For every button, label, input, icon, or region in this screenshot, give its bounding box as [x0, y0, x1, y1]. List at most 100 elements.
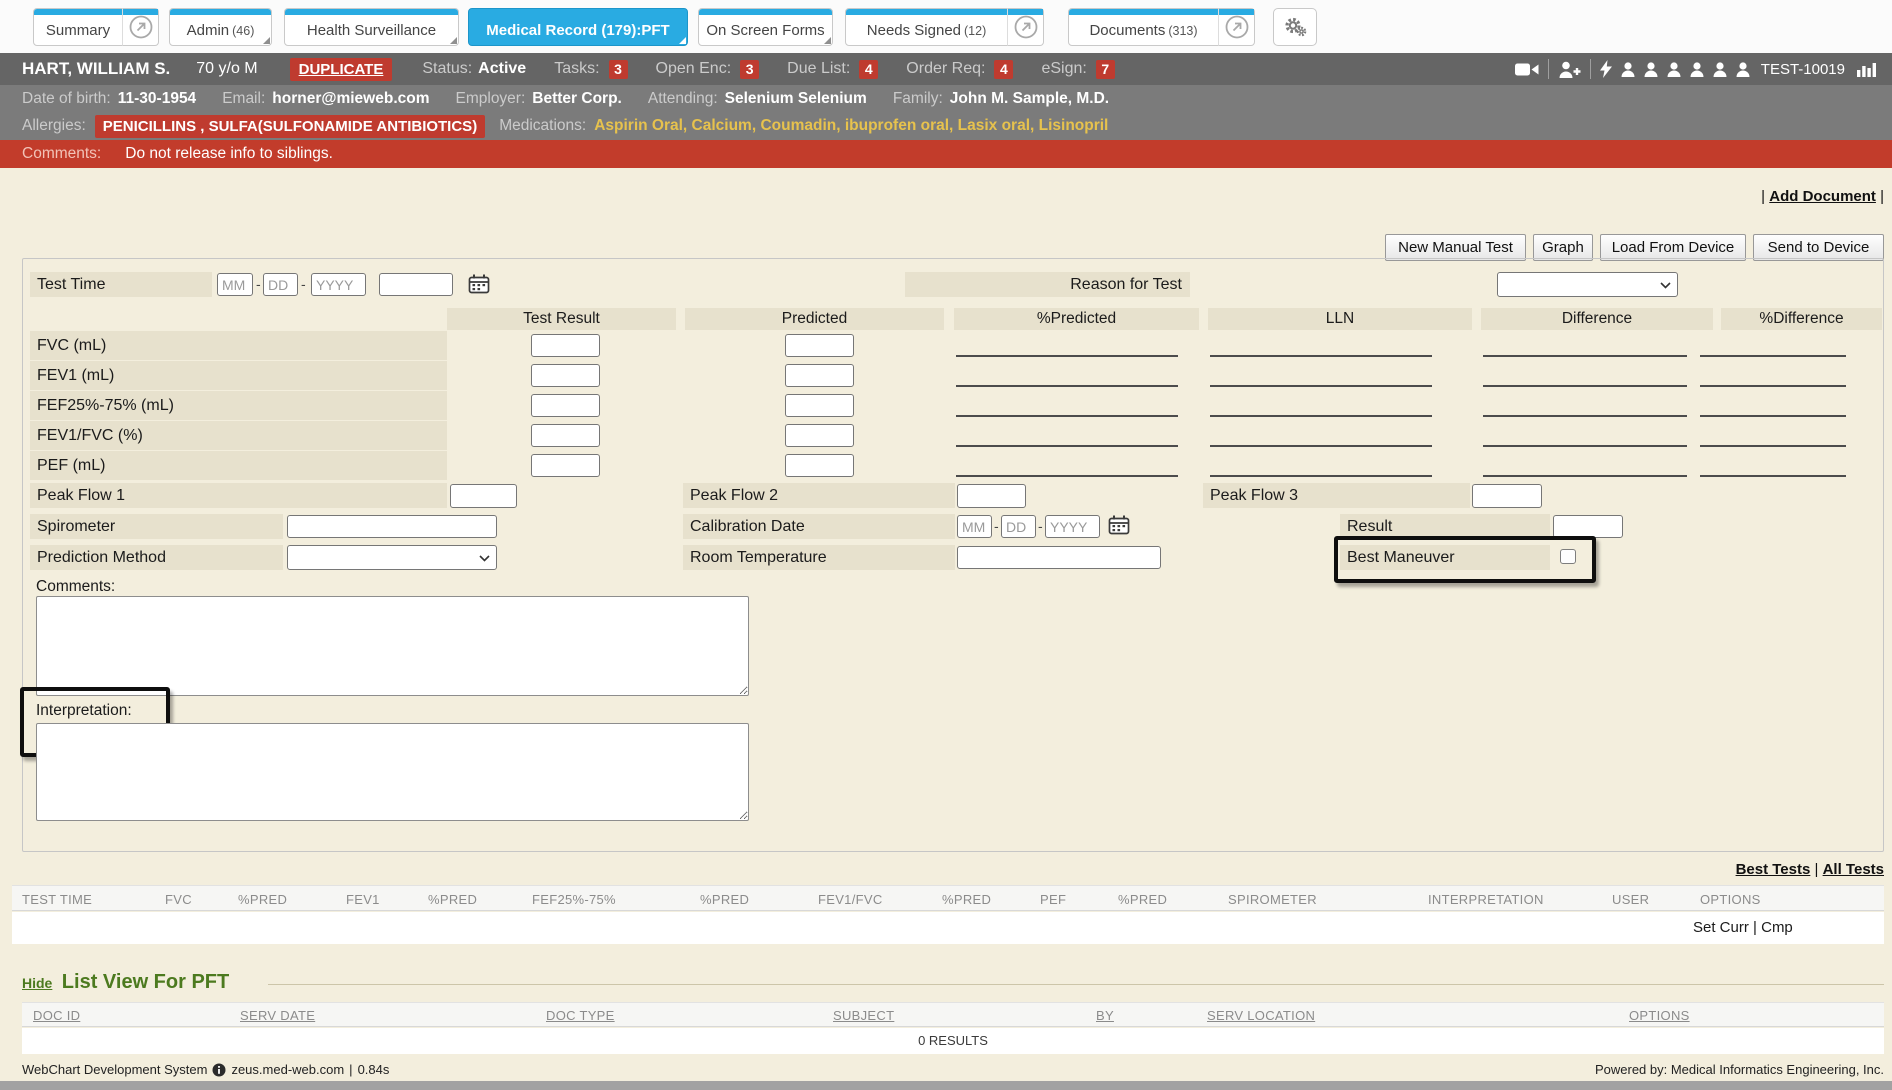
results-header-test-time: TEST TIME — [22, 892, 92, 907]
bar-chart-icon[interactable] — [1856, 61, 1878, 78]
tab-accent-bar — [1069, 9, 1218, 15]
load-from-device-button[interactable]: Load From Device — [1600, 234, 1746, 261]
fev1-predicted-input[interactable] — [785, 364, 854, 387]
pef-test-result-input[interactable] — [531, 454, 600, 477]
tab-summary-label: Summary — [34, 22, 122, 39]
results-header-spirometer: SPIROMETER — [1228, 892, 1317, 907]
tab-health-surveillance[interactable]: Health Surveillance — [284, 8, 459, 46]
calibration-year-input[interactable] — [1045, 515, 1100, 538]
test-time-day-input[interactable] — [263, 273, 298, 296]
test-time-calendar-button[interactable] — [468, 274, 490, 297]
duplicate-badge[interactable]: DUPLICATE — [290, 58, 393, 81]
doc-header-subject[interactable]: SUBJECT — [833, 1008, 894, 1023]
tab-documents-popout-button[interactable] — [1218, 8, 1255, 46]
esign-count-badge[interactable]: 7 — [1096, 60, 1115, 79]
employer-value: Better Corp. — [532, 90, 622, 108]
settings-button[interactable] — [1273, 8, 1317, 46]
best-tests-link[interactable]: Best Tests — [1736, 861, 1811, 878]
family-value: John M. Sample, M.D. — [950, 90, 1109, 108]
calibration-month-input[interactable] — [957, 515, 992, 538]
due-list-label: Due List: — [787, 60, 850, 78]
results-header-pef: PEF — [1040, 892, 1066, 907]
pef-predicted-input[interactable] — [785, 454, 854, 477]
fef25-75-predicted-input[interactable] — [785, 394, 854, 417]
person-icon[interactable] — [1713, 62, 1727, 77]
person-icon[interactable] — [1667, 62, 1681, 77]
tab-documents[interactable]: Documents(313) — [1068, 8, 1219, 46]
doc-header-options[interactable]: OPTIONS — [1629, 1008, 1690, 1023]
test-time-year-input[interactable] — [311, 273, 366, 296]
column-header-test-result: Test Result — [447, 308, 676, 330]
tab-count: (12) — [964, 24, 986, 38]
hide-link[interactable]: Hide — [22, 975, 52, 991]
tab-corner-fold — [679, 37, 686, 44]
tab-medical-record[interactable]: Medical Record (179):PFT — [468, 8, 688, 46]
doc-header-doc-type[interactable]: DOC TYPE — [546, 1008, 615, 1023]
doc-header-serv-location[interactable]: SERV LOCATION — [1207, 1008, 1315, 1023]
interpretation-textarea[interactable] — [36, 723, 749, 821]
medications-links[interactable]: Aspirin Oral, Calcium, Coumadin, ibuprof… — [594, 117, 1108, 135]
comments-textarea[interactable] — [36, 596, 749, 696]
due-list-count-badge[interactable]: 4 — [859, 60, 878, 79]
fev1-test-result-input[interactable] — [531, 364, 600, 387]
all-tests-link[interactable]: All Tests — [1823, 861, 1884, 878]
spirometer-input[interactable] — [287, 515, 497, 538]
popout-arrow-icon — [128, 14, 154, 40]
tab-admin[interactable]: Admin(46) — [169, 8, 272, 46]
calibration-calendar-button[interactable] — [1108, 515, 1130, 538]
add-person-icon[interactable] — [1558, 61, 1581, 78]
tab-summary-popout-button[interactable] — [122, 8, 159, 46]
pef-difference-slot — [1483, 475, 1687, 477]
tasks-count-badge[interactable]: 3 — [609, 60, 628, 79]
peak-flow-2-input[interactable] — [957, 484, 1026, 508]
tab-summary[interactable]: Summary — [33, 8, 123, 46]
person-icon[interactable] — [1621, 62, 1635, 77]
person-icon[interactable] — [1690, 62, 1704, 77]
doc-header-by[interactable]: BY — [1096, 1008, 1114, 1023]
video-camera-icon[interactable] — [1515, 62, 1539, 77]
row-label-fev1-fvc: FEV1/FVC (%) — [30, 421, 447, 450]
column-header-pct-predicted: %Predicted — [954, 308, 1199, 330]
fev1-fvc-test-result-input[interactable] — [531, 424, 600, 447]
fev1-fvc-predicted-input[interactable] — [785, 424, 854, 447]
graph-button[interactable]: Graph — [1533, 234, 1593, 261]
doc-header-serv-date[interactable]: SERV DATE — [240, 1008, 315, 1023]
cmp-link[interactable]: Cmp — [1761, 919, 1793, 936]
list-view-title: List View For PFT — [62, 971, 229, 993]
test-time-month-input[interactable] — [217, 273, 253, 296]
fef25-75-test-result-input[interactable] — [531, 394, 600, 417]
allergies-badge[interactable]: PENICILLINS , SULFA(SULFONAMIDE ANTIBIOT… — [95, 115, 485, 138]
result-input[interactable] — [1553, 515, 1623, 538]
fvc-predicted-input[interactable] — [785, 334, 854, 357]
set-curr-link[interactable]: Set Curr — [1693, 919, 1749, 936]
info-icon[interactable] — [212, 1063, 226, 1077]
peak-flow-1-input[interactable] — [450, 484, 517, 508]
send-to-device-button[interactable]: Send to Device — [1753, 234, 1884, 261]
results-header-pct-pred-5: %PRED — [1118, 892, 1167, 907]
lightning-icon[interactable] — [1600, 60, 1612, 78]
footer-host[interactable]: zeus.med-web.com — [231, 1062, 344, 1077]
fvc-test-result-input[interactable] — [531, 334, 600, 357]
tab-needs-signed-popout-button[interactable] — [1007, 8, 1044, 46]
tab-text: Admin — [187, 22, 230, 39]
add-document-link[interactable]: Add Document — [1769, 188, 1876, 205]
person-icon[interactable] — [1644, 62, 1658, 77]
tab-needs-signed[interactable]: Needs Signed(12) — [845, 8, 1008, 46]
room-temperature-input[interactable] — [957, 546, 1161, 569]
test-time-label: Test Time — [30, 272, 212, 297]
tab-medical-record-label: Medical Record (179):PFT — [469, 22, 687, 39]
tab-accent-bar — [469, 9, 687, 15]
test-time-time-input[interactable] — [379, 273, 453, 296]
reason-for-test-select[interactable] — [1497, 272, 1678, 297]
order-req-count-badge[interactable]: 4 — [994, 60, 1013, 79]
prediction-method-select[interactable] — [287, 545, 497, 570]
person-icon[interactable] — [1736, 62, 1750, 77]
doc-header-doc-id[interactable]: DOC ID — [33, 1008, 80, 1023]
open-enc-count-badge[interactable]: 3 — [740, 60, 759, 79]
tab-accent-bar — [1219, 9, 1254, 15]
peak-flow-3-input[interactable] — [1472, 484, 1542, 508]
tab-on-screen-forms[interactable]: On Screen Forms — [698, 8, 833, 46]
new-manual-test-button[interactable]: New Manual Test — [1385, 234, 1526, 261]
calibration-day-input[interactable] — [1001, 515, 1036, 538]
patient-details-row: Date of birth: 11-30-1954 Email: horner@… — [0, 85, 1892, 112]
